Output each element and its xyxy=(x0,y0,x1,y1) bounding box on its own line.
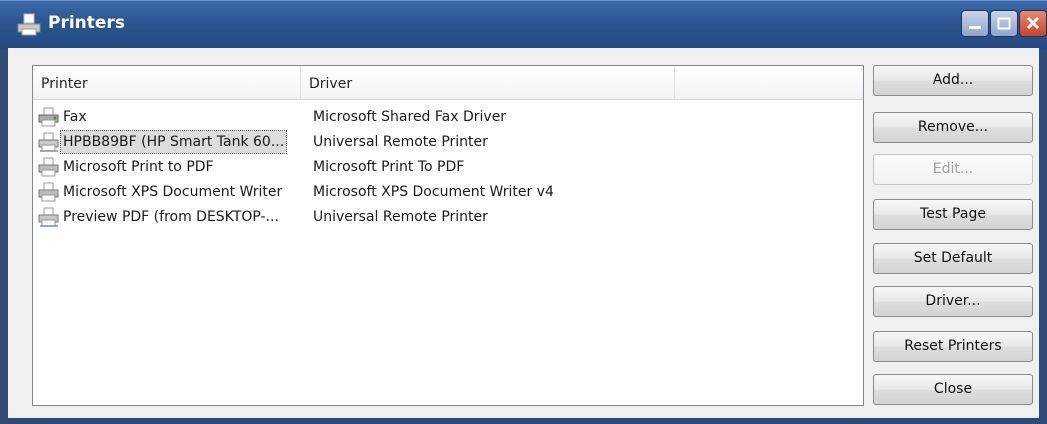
close-icon xyxy=(1026,16,1040,30)
window-title: Printers xyxy=(48,13,125,33)
printer-name: Fax xyxy=(63,109,87,125)
list-item[interactable]: Fax Microsoft Shared Fax Driver xyxy=(33,106,863,131)
network-printer-icon xyxy=(38,132,59,152)
title-bar[interactable]: Printers xyxy=(0,0,1047,49)
driver-name: Universal Remote Printer xyxy=(313,134,488,150)
edit-button[interactable]: Edit... xyxy=(873,154,1033,185)
dialog-client-area: Printer Driver Fax Microsoft Shared Fax D… xyxy=(8,48,1039,418)
network-printer-icon xyxy=(38,207,59,227)
list-rows: Fax Microsoft Shared Fax Driver HPBB89BF (… xyxy=(33,106,863,231)
list-item[interactable]: Microsoft XPS Document Writer Microsoft X… xyxy=(33,181,863,206)
printer-name: HPBB89BF (HP Smart Tank 60... xyxy=(59,130,288,154)
list-item[interactable]: HPBB89BF (HP Smart Tank 60... Universal R… xyxy=(33,130,863,156)
test-page-button[interactable]: Test Page xyxy=(873,199,1033,230)
printers-dialog: Printers Printer Driver Fax Microsoft Sha… xyxy=(0,0,1047,424)
set-default-button[interactable]: Set Default xyxy=(873,243,1033,274)
column-header-extra[interactable] xyxy=(675,66,863,99)
printer-name: Microsoft Print to PDF xyxy=(63,159,214,175)
fax-printer-icon xyxy=(38,107,59,127)
minimize-icon xyxy=(969,26,981,29)
printer-name-cell[interactable]: Microsoft XPS Document Writer xyxy=(38,181,284,203)
printer-name-cell[interactable]: Microsoft Print to PDF xyxy=(38,156,216,178)
printer-name: Preview PDF (from DESKTOP-... xyxy=(63,209,279,225)
close-window-button[interactable] xyxy=(1019,10,1047,37)
driver-name: Microsoft Shared Fax Driver xyxy=(313,109,507,125)
printer-icon xyxy=(17,13,41,36)
driver-name: Microsoft Print To PDF xyxy=(313,159,465,175)
printer-name-cell[interactable]: Preview PDF (from DESKTOP-... xyxy=(38,206,281,228)
printer-name-cell[interactable]: Fax xyxy=(38,106,89,128)
add-button[interactable]: Add... xyxy=(873,65,1033,96)
driver-button[interactable]: Driver... xyxy=(873,286,1033,317)
maximize-button[interactable] xyxy=(990,10,1018,37)
remove-button[interactable]: Remove... xyxy=(873,112,1033,143)
list-item[interactable]: Preview PDF (from DESKTOP-... Universal R… xyxy=(33,206,863,231)
printer-list[interactable]: Printer Driver Fax Microsoft Shared Fax D… xyxy=(32,65,864,406)
column-header-printer[interactable]: Printer xyxy=(33,66,301,99)
printer-icon xyxy=(38,157,59,177)
close-button[interactable]: Close xyxy=(873,374,1033,405)
driver-name: Microsoft XPS Document Writer v4 xyxy=(313,184,554,200)
maximize-icon xyxy=(997,17,1011,30)
list-header: Printer Driver xyxy=(33,66,863,100)
list-item[interactable]: Microsoft Print to PDF Microsoft Print To… xyxy=(33,156,863,181)
column-header-driver[interactable]: Driver xyxy=(301,66,675,99)
printer-name: Microsoft XPS Document Writer xyxy=(63,184,283,200)
printer-icon xyxy=(38,182,59,202)
minimize-button[interactable] xyxy=(961,10,989,37)
printer-name-cell[interactable]: HPBB89BF (HP Smart Tank 60... xyxy=(38,130,288,154)
driver-name: Universal Remote Printer xyxy=(313,209,488,225)
reset-printers-button[interactable]: Reset Printers xyxy=(873,331,1033,362)
